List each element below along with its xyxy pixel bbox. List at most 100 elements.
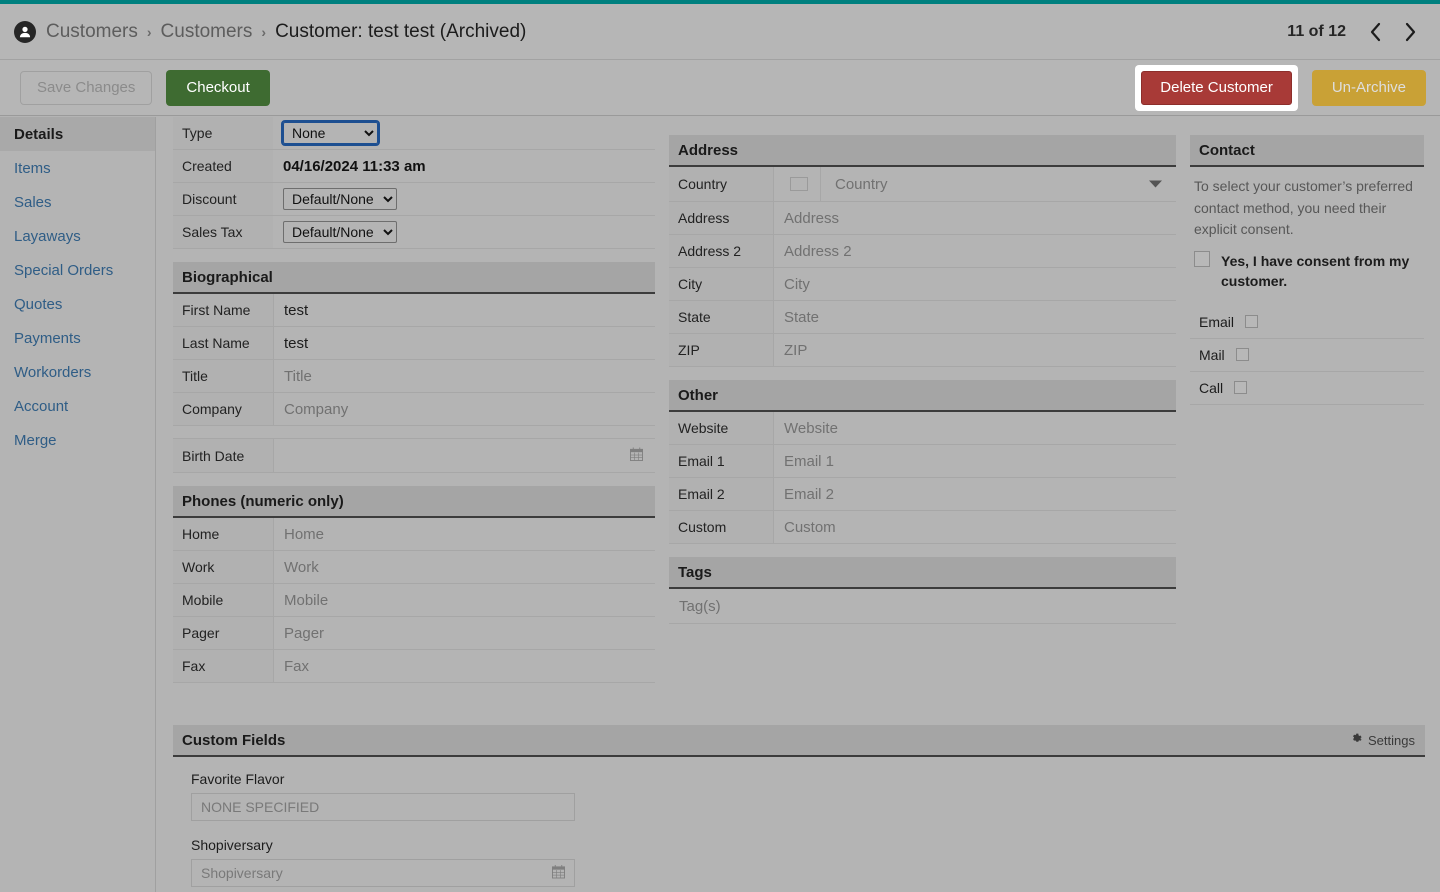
- sidebar-item-details[interactable]: Details: [0, 117, 155, 151]
- middle-column: Address Country Country Address Address …: [669, 135, 1176, 624]
- email-2-input[interactable]: Email 2: [773, 478, 1176, 510]
- record-navigation: 11 of 12: [1287, 19, 1426, 45]
- phone-pager-input[interactable]: Pager: [273, 617, 655, 649]
- sales-tax-select[interactable]: Default/None: [283, 221, 397, 243]
- birth-date-row: Birth Date: [173, 438, 655, 473]
- sidebar-item-items[interactable]: Items: [0, 151, 155, 185]
- type-select[interactable]: None: [281, 120, 380, 146]
- email-1-label: Email 1: [669, 445, 773, 477]
- consent-checkbox[interactable]: [1194, 251, 1210, 268]
- address-header: Address: [669, 135, 1176, 167]
- zip-label: ZIP: [669, 334, 773, 366]
- website-input[interactable]: Website: [773, 412, 1176, 444]
- breadcrumb-item-0[interactable]: Customers: [46, 21, 138, 43]
- last-name-input[interactable]: test: [273, 327, 655, 359]
- page-body: Details Items Sales Layaways Special Ord…: [0, 117, 1440, 892]
- contact-method-mail-row[interactable]: Mail: [1190, 339, 1424, 372]
- favorite-flavor-input[interactable]: NONE SPECIFIED: [191, 793, 575, 821]
- biographical-title: Biographical: [182, 268, 273, 286]
- company-input[interactable]: Company: [273, 393, 655, 425]
- consent-row[interactable]: Yes, I have consent from my customer.: [1190, 251, 1424, 306]
- breadcrumb-item-current: Customer: test test (Archived): [275, 20, 527, 42]
- record-counter: 11 of 12: [1287, 22, 1346, 40]
- chevron-left-icon[interactable]: [1366, 19, 1386, 45]
- delete-customer-button[interactable]: Delete Customer: [1141, 70, 1292, 105]
- shopiversary-input[interactable]: Shopiversary: [191, 859, 575, 887]
- contact-method-call-checkbox[interactable]: [1234, 381, 1248, 395]
- contact-method-mail-checkbox[interactable]: [1235, 348, 1249, 362]
- email-2-label: Email 2: [669, 478, 773, 510]
- state-placeholder: State: [784, 308, 820, 326]
- first-name-label: First Name: [173, 294, 273, 326]
- phone-fax-placeholder: Fax: [284, 657, 310, 675]
- first-name-input[interactable]: test: [273, 294, 655, 326]
- contact-method-call-row[interactable]: Call: [1190, 372, 1424, 405]
- chevron-right-icon[interactable]: [1400, 19, 1420, 45]
- discount-select[interactable]: Default/None: [283, 188, 397, 210]
- last-name-row: Last Name test: [173, 327, 655, 360]
- phone-home-input[interactable]: Home: [273, 518, 655, 550]
- action-toolbar: Save Changes Checkout Delete Customer Un…: [0, 60, 1440, 116]
- calendar-icon[interactable]: [552, 865, 565, 882]
- phone-home-row: Home Home: [173, 518, 655, 551]
- address-2-input[interactable]: Address 2: [773, 235, 1176, 267]
- address-2-placeholder: Address 2: [784, 242, 852, 260]
- sidebar-item-quotes[interactable]: Quotes: [0, 287, 155, 321]
- breadcrumb-bar: Customers › Customers › Customer: test t…: [0, 4, 1440, 60]
- custom-input[interactable]: Custom: [773, 511, 1176, 543]
- custom-placeholder: Custom: [784, 518, 836, 536]
- breadcrumb-separator-0: ›: [146, 23, 152, 40]
- city-input[interactable]: City: [773, 268, 1176, 300]
- address-1-row: Address Address: [669, 202, 1176, 235]
- sidebar-item-payments[interactable]: Payments: [0, 321, 155, 355]
- address-1-input[interactable]: Address: [773, 202, 1176, 234]
- other-title: Other: [678, 386, 719, 404]
- birth-date-panel: Birth Date: [173, 438, 655, 473]
- contact-panel: Contact To select your customer’s prefer…: [1190, 135, 1424, 405]
- country-placeholder: Country: [835, 175, 888, 193]
- phone-work-input[interactable]: Work: [273, 551, 655, 583]
- sidebar-item-account[interactable]: Account: [0, 389, 155, 423]
- sidebar-item-workorders[interactable]: Workorders: [0, 355, 155, 389]
- phone-mobile-input[interactable]: Mobile: [273, 584, 655, 616]
- phone-work-label: Work: [173, 551, 273, 583]
- checkout-button[interactable]: Checkout: [166, 69, 270, 106]
- divider: [820, 167, 821, 201]
- phone-mobile-label: Mobile: [173, 584, 273, 616]
- sidebar-item-label: Merge: [14, 431, 57, 449]
- tags-input[interactable]: Tag(s): [669, 589, 1176, 623]
- state-input[interactable]: State: [773, 301, 1176, 333]
- contact-header: Contact: [1190, 135, 1424, 167]
- phones-title: Phones (numeric only): [182, 492, 344, 510]
- contact-method-email-checkbox[interactable]: [1245, 315, 1259, 329]
- sidebar-item-layaways[interactable]: Layaways: [0, 219, 155, 253]
- save-changes-button[interactable]: Save Changes: [20, 70, 153, 105]
- custom-row: Custom Custom: [669, 511, 1176, 544]
- sidebar-item-sales[interactable]: Sales: [0, 185, 155, 219]
- calendar-icon[interactable]: [630, 447, 643, 465]
- breadcrumb-item-1[interactable]: Customers: [161, 21, 253, 43]
- phone-pager-row: Pager Pager: [173, 617, 655, 650]
- zip-input[interactable]: ZIP: [773, 334, 1176, 366]
- contact-consent-note: To select your customer’s preferred cont…: [1194, 178, 1413, 238]
- country-select[interactable]: Country: [773, 167, 1176, 201]
- email-1-input[interactable]: Email 1: [773, 445, 1176, 477]
- custom-fields-settings-link[interactable]: Settings: [1350, 732, 1425, 748]
- birth-date-input[interactable]: [273, 439, 655, 472]
- delete-customer-focus-ring: Delete Customer: [1135, 64, 1298, 111]
- sidebar-item-special-orders[interactable]: Special Orders: [0, 253, 155, 287]
- sidebar-item-merge[interactable]: Merge: [0, 423, 155, 457]
- chevron-down-icon[interactable]: [1149, 176, 1162, 193]
- address-panel: Address Country Country Address Address …: [669, 135, 1176, 367]
- custom-fields-settings-label: Settings: [1368, 732, 1415, 748]
- contact-method-email-row[interactable]: Email: [1190, 306, 1424, 339]
- title-input[interactable]: Title: [273, 360, 655, 392]
- sidebar-item-label: Account: [14, 397, 69, 415]
- phone-fax-input[interactable]: Fax: [273, 650, 655, 682]
- gear-icon: [1350, 732, 1363, 748]
- other-panel: Other Website Website Email 1 Email 1 Em…: [669, 380, 1176, 544]
- left-column: Type None Created 04/16/2024 11:33 am Di…: [173, 117, 655, 683]
- sidebar-item-label: Special Orders: [14, 261, 114, 279]
- un-archive-button[interactable]: Un-Archive: [1311, 69, 1426, 106]
